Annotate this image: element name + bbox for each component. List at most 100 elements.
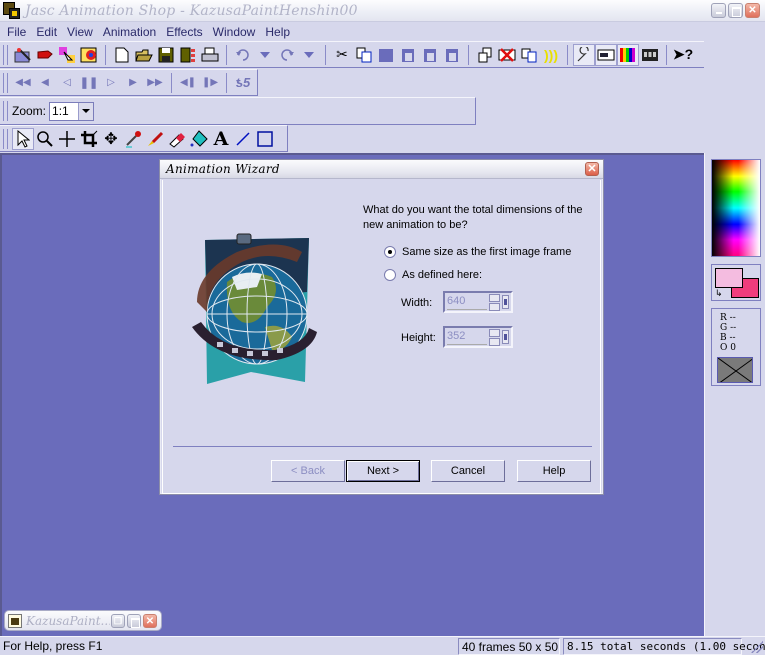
- menu-view[interactable]: View: [62, 25, 98, 39]
- resize-grip[interactable]: [751, 641, 763, 653]
- maximize-button[interactable]: [728, 3, 743, 18]
- dimensions-question: What do you want the total dimensions of…: [363, 204, 583, 231]
- next-button[interactable]: Next >: [346, 460, 420, 482]
- menu-file[interactable]: File: [2, 25, 31, 39]
- undo-icon[interactable]: [232, 44, 254, 66]
- foreground-color-swatch[interactable]: [715, 268, 743, 288]
- close-button[interactable]: ✕: [745, 3, 760, 18]
- zoom-tool-icon[interactable]: [34, 128, 56, 150]
- paste-after-icon[interactable]: [419, 44, 441, 66]
- minimized-child-window[interactable]: KazusaPaint... ❐ ✕: [4, 610, 162, 631]
- spin-up-icon[interactable]: [489, 329, 500, 337]
- menu-edit[interactable]: Edit: [31, 25, 62, 39]
- frame-properties-icon[interactable]: [595, 43, 617, 66]
- mover-tool-icon[interactable]: ✥: [100, 128, 122, 150]
- radio-button-selected[interactable]: [384, 246, 396, 258]
- child-window-title: KazusaPaint...: [26, 613, 110, 628]
- radio-as-defined[interactable]: As defined here:: [384, 269, 482, 281]
- paintbrush-tool-icon[interactable]: [144, 128, 166, 150]
- animation-shop-window: Jasc Animation Shop - KazusaPaintHenshin…: [0, 0, 765, 655]
- context-help-icon[interactable]: ➤?: [672, 44, 694, 66]
- menu-window[interactable]: Window: [208, 25, 261, 39]
- toolbar-grip[interactable]: [3, 72, 8, 93]
- dialog-close-button[interactable]: ✕: [585, 162, 599, 176]
- paste-before-icon[interactable]: [397, 44, 419, 66]
- back-button[interactable]: < Back: [271, 460, 345, 482]
- cut-icon[interactable]: ✂: [331, 44, 353, 66]
- maximize-button[interactable]: [127, 613, 141, 628]
- restore-button[interactable]: ❐: [111, 613, 125, 628]
- crop-tool-icon[interactable]: [78, 128, 100, 150]
- last-frame-icon[interactable]: ▶▶: [144, 72, 166, 94]
- help-button[interactable]: Help: [517, 460, 591, 482]
- next-key-frame-icon[interactable]: ❚▶: [199, 72, 221, 94]
- print-icon[interactable]: [199, 44, 221, 66]
- view-animation-icon[interactable]: [639, 44, 661, 66]
- spin-up-icon[interactable]: [489, 294, 500, 302]
- copy-icon[interactable]: [353, 44, 375, 66]
- save-icon[interactable]: [155, 44, 177, 66]
- banner-wizard-icon[interactable]: [34, 44, 56, 66]
- duplicate-frame-icon[interactable]: [474, 44, 496, 66]
- width-spinner[interactable]: 640: [443, 291, 513, 313]
- width-value[interactable]: 640: [445, 293, 489, 311]
- copy-frame-icon[interactable]: [518, 44, 540, 66]
- height-spinner[interactable]: 352: [443, 326, 513, 348]
- redo-icon[interactable]: [276, 44, 298, 66]
- eraser-tool-icon[interactable]: [166, 128, 188, 150]
- app-icon[interactable]: [3, 1, 21, 20]
- loop-icon[interactable]: ƾ5: [232, 72, 254, 94]
- prev-key-frame-icon[interactable]: ◀❚: [177, 72, 199, 94]
- color-palette-icon[interactable]: [617, 43, 639, 66]
- rectangle-tool-icon[interactable]: [254, 128, 276, 150]
- animation-wizard-icon[interactable]: [12, 44, 34, 66]
- spin-slider-icon[interactable]: [502, 295, 509, 309]
- first-frame-icon[interactable]: ◀◀: [12, 72, 34, 94]
- transition-icon[interactable]: [56, 44, 78, 66]
- toolbar-grip[interactable]: [3, 44, 8, 65]
- radio-same-size[interactable]: Same size as the first image frame: [384, 246, 571, 258]
- optimize-icon[interactable]: [573, 43, 595, 66]
- restore-icon: ❐: [113, 615, 123, 626]
- minimize-button[interactable]: [711, 3, 726, 18]
- undo-dropdown-icon[interactable]: [254, 44, 276, 66]
- previous-frame-icon[interactable]: ◀: [34, 72, 56, 94]
- close-button[interactable]: ✕: [143, 613, 157, 628]
- cancel-button[interactable]: Cancel: [431, 460, 505, 482]
- toolbar-grip[interactable]: [3, 128, 8, 149]
- arrow-tool-icon[interactable]: [12, 127, 34, 150]
- open-icon[interactable]: [133, 44, 155, 66]
- text-tool-icon[interactable]: A: [210, 128, 232, 150]
- crosshair-tool-icon[interactable]: [56, 128, 78, 150]
- spin-down-icon[interactable]: [489, 303, 500, 311]
- color-info-box: R -- G -- B -- O 0: [711, 308, 761, 386]
- paste-new-icon[interactable]: [375, 44, 397, 66]
- redo-dropdown-icon[interactable]: [298, 44, 320, 66]
- play-icon[interactable]: ▷: [100, 72, 122, 94]
- menu-help[interactable]: Help: [260, 25, 295, 39]
- play-reverse-icon[interactable]: ◁: [56, 72, 78, 94]
- chevron-down-icon[interactable]: [78, 102, 94, 120]
- swap-colors-icon[interactable]: ↳: [715, 289, 723, 298]
- toolbar-grip[interactable]: [3, 101, 8, 121]
- insert-transition-icon[interactable]: ))): [540, 44, 562, 66]
- delete-frame-icon[interactable]: [496, 44, 518, 66]
- height-value[interactable]: 352: [445, 328, 489, 346]
- next-frame-icon[interactable]: ▶: [122, 72, 144, 94]
- dropper-tool-icon[interactable]: [122, 128, 144, 150]
- zoom-select[interactable]: 1:1: [49, 101, 95, 121]
- menu-animation[interactable]: Animation: [98, 25, 161, 39]
- pause-icon[interactable]: ❚❚: [78, 72, 100, 94]
- color-spectrum[interactable]: [711, 159, 761, 257]
- spin-down-icon[interactable]: [489, 338, 500, 346]
- save-as-icon[interactable]: [177, 44, 199, 66]
- line-tool-icon[interactable]: [232, 128, 254, 150]
- effect-icon[interactable]: [78, 44, 100, 66]
- paste-selected-icon[interactable]: [441, 44, 463, 66]
- radio-button-unselected[interactable]: [384, 269, 396, 281]
- fill-tool-icon[interactable]: [188, 128, 210, 150]
- menu-effects[interactable]: Effects: [161, 25, 207, 39]
- spin-slider-icon[interactable]: [502, 330, 509, 344]
- color-palette-panel: ↳ R -- G -- B -- O 0: [704, 153, 765, 636]
- new-icon[interactable]: [111, 44, 133, 66]
